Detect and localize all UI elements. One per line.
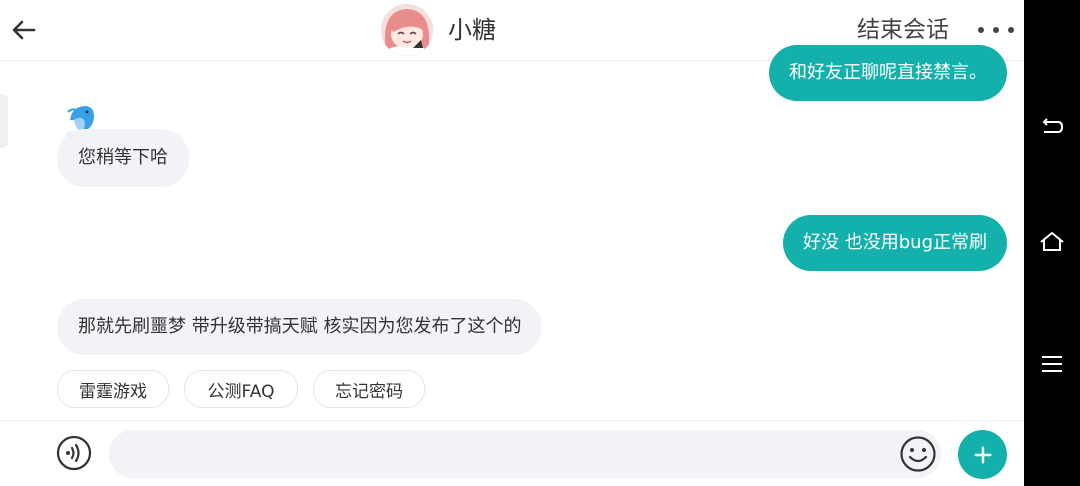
back-button[interactable] [10,16,38,44]
message-out: 和好友正聊呢直接禁言。 [769,45,1007,101]
message-input[interactable] [109,430,941,478]
message-in: 您稍等下哈 [57,129,189,187]
nav-home-button[interactable] [1036,226,1068,258]
message-text: 和好友正聊呢直接禁言。 [789,62,987,83]
message-in: 那就先刷噩梦 带升级带搞天赋 核实因为您发布了这个的 [57,299,543,355]
quick-reply-chip[interactable]: 雷霆游戏 [57,370,169,408]
avatar-image [381,4,433,56]
message-out: 好没 也没用bug正常刷 [783,215,1007,271]
more-button[interactable] [978,18,1014,42]
quick-reply-chip[interactable]: 公测FAQ [184,370,298,408]
quick-reply-chip[interactable]: 忘记密码 [313,370,425,408]
voice-icon [56,435,92,471]
nav-back-button[interactable] [1036,112,1068,144]
end-chat-button[interactable]: 结束会话 [857,14,949,46]
page-title: 小糖 [448,16,496,44]
chat-app: 小糖 结束会话 和好友正聊呢直接禁言。 您稍等下哈 好没 也没用bug正常刷 那… [0,0,1024,486]
android-back-icon [1042,118,1064,133]
system-nav-bar [1024,0,1080,486]
plus-button[interactable] [958,430,1007,479]
voice-button[interactable] [56,435,92,471]
nav-menu-button[interactable] [1036,348,1068,380]
more-dots-icon [978,27,984,33]
emoji-icon [900,436,936,472]
android-menu-icon [1042,356,1062,372]
avatar[interactable] [381,4,433,56]
message-text: 好没 也没用bug正常刷 [803,232,987,253]
input-bar [0,420,1024,486]
message-text: 那就先刷噩梦 带升级带搞天赋 核实因为您发布了这个的 [78,316,522,337]
side-edge-handle[interactable] [0,94,8,148]
emoji-button[interactable] [899,435,937,473]
arrow-left-icon [12,20,36,40]
android-home-icon [1040,231,1064,251]
message-text: 您稍等下哈 [78,147,168,168]
plus-icon [973,445,992,464]
